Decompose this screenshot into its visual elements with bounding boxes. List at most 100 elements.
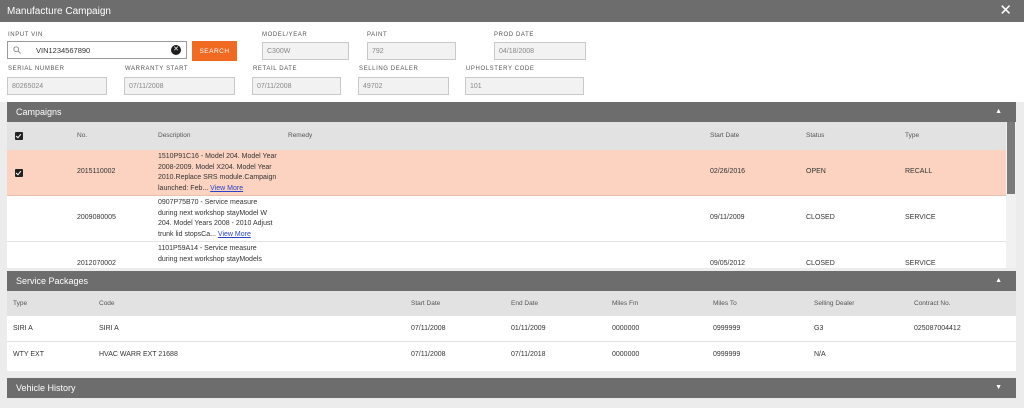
desc-line: 2010.Replace SRS module.Campaign <box>158 174 277 181</box>
campaign-start-date: 09/05/2012 <box>710 260 746 267</box>
col-miles-fm: Miles Fm <box>612 300 639 307</box>
serial-number-field: 80265024 <box>7 77 107 95</box>
campaign-description: 1510P91C16 - Model 204. Model Year 2008-… <box>158 152 293 194</box>
view-more-link[interactable]: View More <box>210 185 243 192</box>
desc-line: 1510P91C16 - Model 204. Model Year <box>158 153 277 160</box>
desc-line: 2008-2009. Model X204. Model Year <box>158 163 272 171</box>
row-checkbox[interactable] <box>15 169 23 177</box>
selling-dealer-label: SELLING DEALER <box>359 66 419 72</box>
campaigns-title: Campaigns <box>16 107 62 117</box>
package-end-date: 01/11/2009 <box>511 325 546 332</box>
col-remedy: Remedy <box>288 132 313 139</box>
selling-dealer-field: 49702 <box>358 77 449 95</box>
vin-value: VIN1234567890 <box>36 46 91 55</box>
desc-line: 0907P75B70 - Service measure <box>158 199 258 206</box>
table-row[interactable]: SIRI A SIRI A 07/11/2008 01/11/2009 0000… <box>7 316 1016 342</box>
prod-date-field: 04/18/2008 <box>494 42 586 60</box>
prod-date-label: PROD DATE <box>494 32 534 38</box>
vehicle-info-form: INPUT VIN VIN1234567890 ✕ SEARCH MODEL/Y… <box>0 22 1024 102</box>
campaign-no: 2012070002 <box>77 260 116 267</box>
package-end-date: 07/11/2018 <box>511 351 546 358</box>
col-miles-to: Miles To <box>713 300 737 307</box>
package-type: WTY EXT <box>13 351 44 358</box>
collapse-icon[interactable]: ▲ <box>995 277 1002 284</box>
col-description: Description <box>158 132 191 139</box>
model-year-label: MODEL/YEAR <box>262 32 308 38</box>
vehicle-history-title: Vehicle History <box>16 383 76 393</box>
campaign-status: CLOSED <box>806 214 835 221</box>
close-icon[interactable]: ✕ <box>999 3 1012 18</box>
package-code: HVAC WARR EXT 21688 <box>99 351 178 358</box>
package-miles-fm: 0000000 <box>612 325 640 332</box>
service-packages-title: Service Packages <box>16 276 89 286</box>
paint-field: 792 <box>367 42 456 60</box>
package-miles-to: 0999999 <box>713 325 741 332</box>
window-title: Manufacture Campaign <box>7 5 111 17</box>
warranty-start-label: WARRANTY START <box>125 66 189 72</box>
campaign-status: OPEN <box>806 168 826 175</box>
desc-line: launched: Feb... <box>158 184 209 192</box>
campaigns-header[interactable]: Campaigns ▲ <box>7 102 1016 122</box>
desc-line: 1101P59A14 - Service measure <box>158 245 257 252</box>
col-type: Type <box>13 300 28 307</box>
collapse-icon[interactable]: ▲ <box>995 108 1002 115</box>
view-more-link[interactable]: View More <box>218 231 251 238</box>
desc-line: during next workshop stayModels <box>158 255 262 263</box>
search-icon <box>13 46 21 54</box>
campaign-status: CLOSED <box>806 260 835 267</box>
window-titlebar: Manufacture Campaign ✕ <box>0 0 1024 22</box>
vehicle-history-panel: Vehicle History ▼ <box>7 378 1016 398</box>
scrollbar-thumb[interactable] <box>1007 122 1015 194</box>
retail-date-label: RETAIL DATE <box>253 66 298 72</box>
col-type: Type <box>905 132 920 139</box>
package-miles-to: 0999999 <box>713 351 741 358</box>
vin-label: INPUT VIN <box>8 32 43 38</box>
col-start-date: Start Date <box>411 300 441 307</box>
col-end-date: End Date <box>511 300 539 307</box>
service-packages-panel: Service Packages ▲ Type Code Start Date … <box>7 271 1016 371</box>
desc-line: trunk lid stopsCa... <box>158 230 216 238</box>
package-code: SIRI A <box>99 325 119 332</box>
campaign-start-date: 09/11/2009 <box>710 214 745 221</box>
table-row[interactable]: WTY EXT HVAC WARR EXT 21688 07/11/2008 0… <box>7 342 1016 369</box>
search-button[interactable]: SEARCH <box>192 41 237 61</box>
upholstery-code-field: 101 <box>465 77 584 95</box>
col-selling-dealer: Selling Dealer <box>814 300 855 307</box>
model-year-field: C300W <box>262 42 349 60</box>
col-status: Status <box>806 132 825 139</box>
package-selling-dealer: N/A <box>814 351 826 358</box>
campaign-no: 2015110002 <box>77 168 116 175</box>
desc-line: during next workshop stayModel W <box>158 209 267 217</box>
package-start-date: 07/11/2008 <box>411 351 446 358</box>
campaign-type: SERVICE <box>905 214 936 221</box>
select-all-checkbox[interactable] <box>15 132 23 140</box>
package-type: SIRI A <box>13 325 33 332</box>
warranty-start-field: 07/11/2008 <box>124 77 235 95</box>
table-header-row: Type Code Start Date End Date Miles Fm M… <box>7 291 1016 316</box>
serial-number-label: SERIAL NUMBER <box>8 66 65 72</box>
table-row[interactable]: 2015110002 1510P91C16 - Model 204. Model… <box>7 150 1006 196</box>
package-miles-fm: 0000000 <box>612 351 640 358</box>
campaign-start-date: 02/26/2016 <box>710 168 746 175</box>
table-row[interactable]: 2012070002 1101P59A14 - Service measure … <box>7 242 1006 268</box>
package-contract-no: 025087004412 <box>914 325 961 332</box>
campaign-type: SERVICE <box>905 260 936 267</box>
col-contract-no: Contract No. <box>914 300 951 307</box>
clear-input-icon[interactable]: ✕ <box>171 45 181 55</box>
retail-date-field: 07/11/2008 <box>252 77 341 95</box>
col-no: No. <box>77 132 88 139</box>
service-packages-header[interactable]: Service Packages ▲ <box>7 271 1016 291</box>
upholstery-code-label: UPHOLSTERY CODE <box>466 66 535 72</box>
table-row[interactable]: 2009080005 0907P75B70 - Service measure … <box>7 196 1006 242</box>
campaign-type: RECALL <box>905 168 933 175</box>
col-code: Code <box>99 300 115 307</box>
expand-icon[interactable]: ▼ <box>995 384 1002 391</box>
campaign-description: 0907P75B70 - Service measure during next… <box>158 198 293 240</box>
table-header-row: No. Description Remedy Start Date Status… <box>7 122 1006 150</box>
vin-input[interactable]: VIN1234567890 ✕ <box>7 41 187 59</box>
campaign-description: 1101P59A14 - Service measure during next… <box>158 244 293 265</box>
scrollbar[interactable] <box>1006 122 1016 268</box>
desc-line: 204. Model Years 2008 - 2010 Adjust <box>158 220 273 227</box>
campaign-no: 2009080005 <box>77 214 116 221</box>
vehicle-history-header[interactable]: Vehicle History ▼ <box>7 378 1016 398</box>
